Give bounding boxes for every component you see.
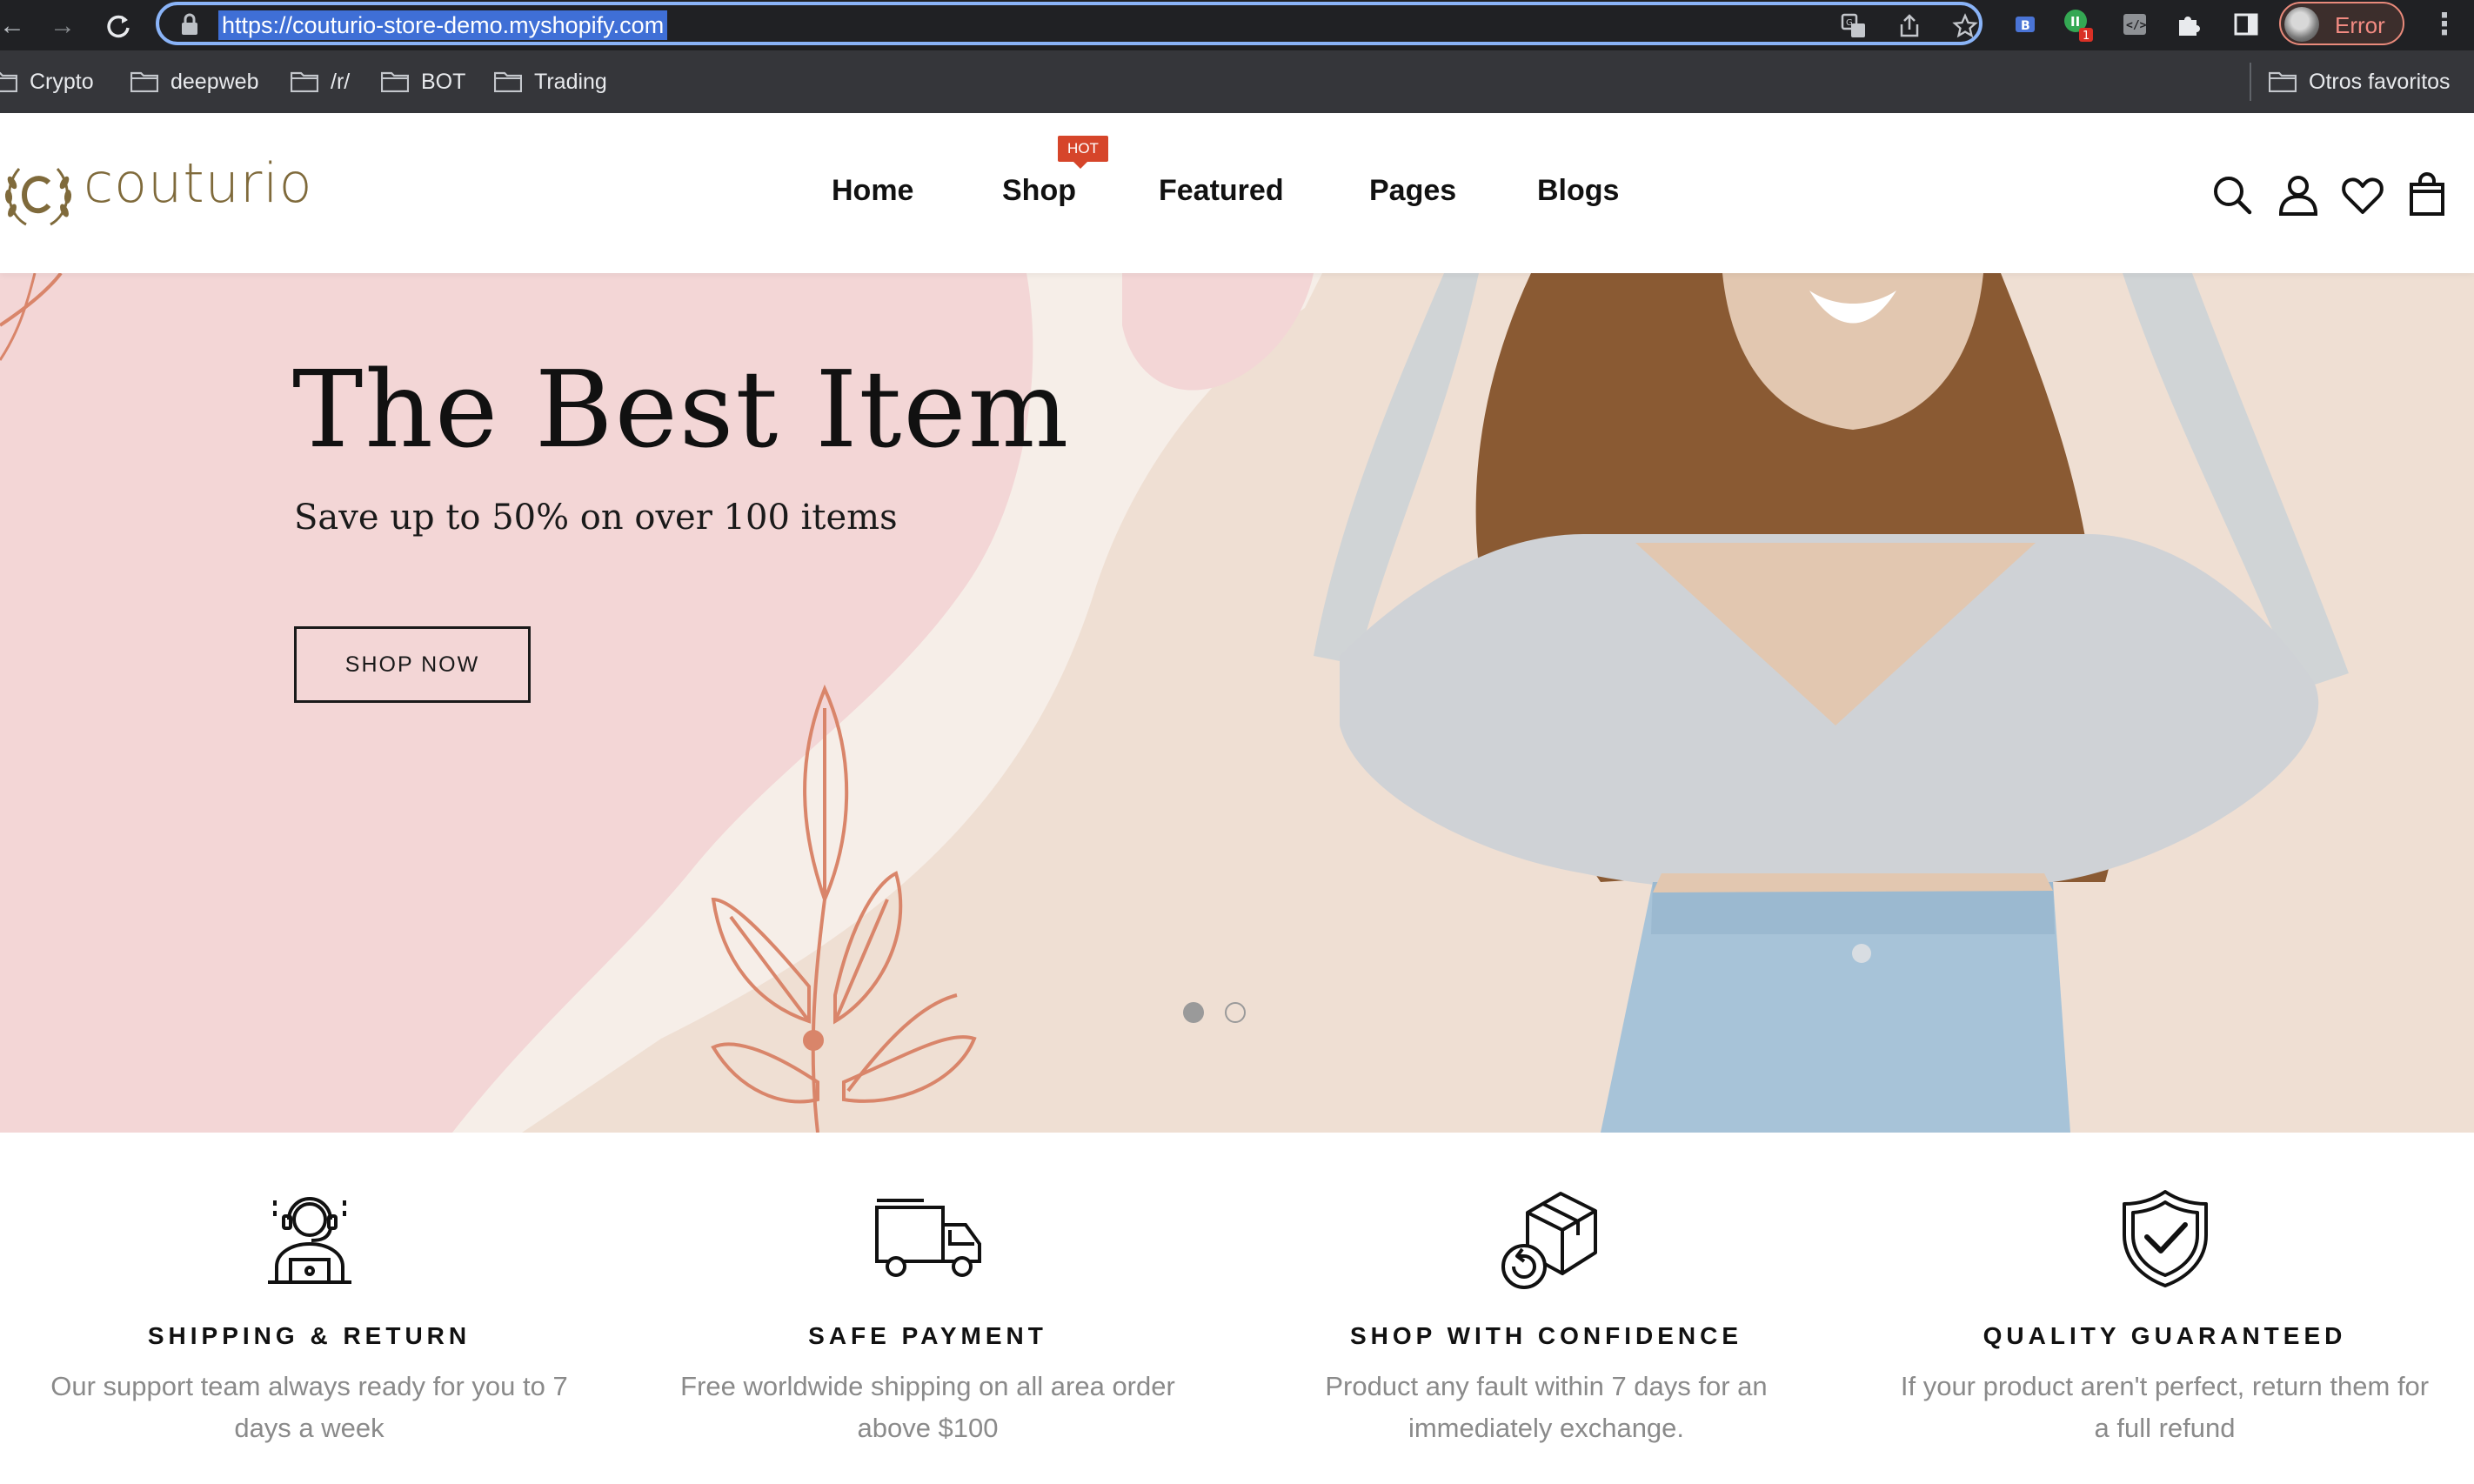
feature-title: SAFE PAYMENT xyxy=(808,1322,1047,1349)
feature-shipping-return: SHIPPING & RETURN Our support team alway… xyxy=(0,1133,618,1484)
extension-green-icon[interactable]: II 1 xyxy=(2062,5,2096,43)
hero-subtitle: Save up to 50% on over 100 items xyxy=(294,498,898,538)
feature-quality-guaranteed: QUALITY GUARANTEED If your product aren'… xyxy=(1856,1133,2474,1484)
hero-slider: The Best Item Save up to 50% on over 100… xyxy=(0,273,2474,1133)
svg-text:</>: </> xyxy=(2126,19,2147,32)
feature-title: QUALITY GUARANTEED xyxy=(1983,1322,2347,1349)
translate-icon[interactable]: G xyxy=(1838,10,1869,42)
feature-description: Product any fault within 7 days for an i… xyxy=(1325,1371,1768,1443)
address-bar[interactable]: https://couturio-store-demo.myshopify.co… xyxy=(156,2,1983,45)
svg-text:B: B xyxy=(2021,19,2030,33)
extension-code-icon[interactable]: </> xyxy=(2117,5,2152,43)
feature-shop-confidence: SHOP WITH CONFIDENCE Product any fault w… xyxy=(1237,1133,1856,1484)
bookmark-label: Otros favoritos xyxy=(2309,69,2451,94)
nav-pages[interactable]: Pages xyxy=(1369,174,1456,208)
url-text[interactable]: https://couturio-store-demo.myshopify.co… xyxy=(218,10,668,40)
nav-featured[interactable]: Featured xyxy=(1159,174,1284,208)
folder-icon xyxy=(291,71,318,92)
folder-icon xyxy=(130,71,158,92)
profile-button[interactable]: Error xyxy=(2279,2,2404,45)
account-icon[interactable] xyxy=(2276,172,2321,217)
bookmark-r[interactable]: /r/ xyxy=(291,68,350,96)
support-agent-icon xyxy=(267,1197,351,1284)
nav-blogs[interactable]: Blogs xyxy=(1537,174,1619,208)
back-icon[interactable]: ← xyxy=(0,7,31,45)
logo-laurel-icon[interactable] xyxy=(0,157,77,233)
bookmark-label: BOT xyxy=(421,69,466,94)
lock-icon xyxy=(182,13,197,35)
bookmark-label: Trading xyxy=(534,69,607,94)
bookmark-label: deepweb xyxy=(171,69,259,94)
bookmark-crypto[interactable]: Crypto xyxy=(0,68,94,96)
wishlist-heart-icon[interactable] xyxy=(2340,172,2385,217)
folder-icon xyxy=(381,71,409,92)
slider-dot-2[interactable] xyxy=(1225,1002,1246,1023)
box-return-icon xyxy=(1501,1192,1597,1289)
shield-check-icon xyxy=(2122,1190,2208,1287)
svg-text:II: II xyxy=(2070,14,2080,30)
extensions-puzzle-icon[interactable] xyxy=(2171,5,2206,43)
browser-toolbar: ← → https://couturio-store-demo.myshopif… xyxy=(0,0,2474,50)
bookmarks-bar: Crypto deepweb /r/ BOT Trading Otros fav… xyxy=(0,50,2474,114)
hero-title: The Best Item xyxy=(292,348,1071,471)
bookmark-other-favorites[interactable]: Otros favoritos xyxy=(2269,68,2451,96)
folder-icon xyxy=(494,71,522,92)
folder-icon xyxy=(2269,71,2297,92)
bookmark-star-icon[interactable] xyxy=(1949,10,1981,42)
bookmark-label: Crypto xyxy=(30,69,94,94)
feature-title: SHOP WITH CONFIDENCE xyxy=(1349,1322,1743,1349)
feature-title: SHIPPING & RETURN xyxy=(147,1322,471,1349)
browser-menu-icon[interactable]: ⋮ xyxy=(2427,5,2462,43)
delivery-truck-icon xyxy=(874,1199,981,1277)
forward-icon[interactable]: → xyxy=(43,7,82,45)
bookmark-bot[interactable]: BOT xyxy=(381,68,465,96)
search-icon[interactable] xyxy=(2210,172,2255,217)
bookmarks-separator xyxy=(2250,63,2251,101)
feature-description: If your product aren't perfect, return t… xyxy=(1900,1371,2430,1443)
extension-blue-icon[interactable]: B xyxy=(2008,5,2043,43)
site-header: couturio Home HOT Shop Featured Pages Bl… xyxy=(0,113,2474,273)
shop-now-button[interactable]: SHOP NOW xyxy=(294,626,531,703)
avatar xyxy=(2284,7,2319,42)
logo-text[interactable]: couturio xyxy=(84,151,313,215)
extension-badge-count: 1 xyxy=(2083,30,2090,43)
feature-description: Our support team always ready for you to… xyxy=(50,1371,568,1443)
hot-badge: HOT xyxy=(1058,136,1108,169)
bookmark-trading[interactable]: Trading xyxy=(494,68,607,96)
nav-home[interactable]: Home xyxy=(832,174,913,208)
svg-text:G: G xyxy=(1846,18,1853,28)
features-section: SHIPPING & RETURN Our support team alway… xyxy=(0,1133,2474,1484)
bookmark-label: /r/ xyxy=(331,69,351,94)
feature-description: Free worldwide shipping on all area orde… xyxy=(680,1371,1175,1443)
cart-bag-icon[interactable] xyxy=(2404,172,2450,217)
nav-shop[interactable]: Shop xyxy=(1002,174,1076,208)
reload-icon[interactable] xyxy=(99,7,137,45)
side-panel-icon[interactable] xyxy=(2229,5,2263,43)
folder-icon xyxy=(0,71,17,92)
bookmark-deepweb[interactable]: deepweb xyxy=(130,68,258,96)
profile-status-label: Error xyxy=(2335,12,2385,38)
slider-dot-1[interactable] xyxy=(1183,1002,1204,1023)
feature-safe-payment: SAFE PAYMENT Free worldwide shipping on … xyxy=(618,1133,1237,1484)
share-icon[interactable] xyxy=(1894,10,1925,42)
